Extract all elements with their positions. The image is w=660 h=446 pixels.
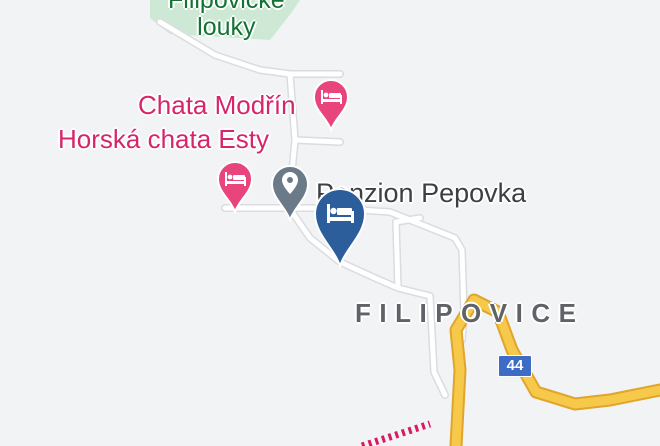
park-label-line1: Filipovické <box>168 0 285 14</box>
route-shield-44: 44 <box>498 355 532 377</box>
map-canvas[interactable]: Filipovické louky Chata Modřín Horská ch… <box>0 0 660 446</box>
park-label-line2: louky <box>197 13 256 41</box>
selected-hotel-pin[interactable] <box>312 186 368 270</box>
hotel-label-horska-chata-esty[interactable]: Horská chata Esty <box>58 126 269 152</box>
railway <box>360 420 432 446</box>
place-pin-penzion-pepovka[interactable] <box>270 164 310 222</box>
hotel-pin-horska-chata-esty[interactable] <box>216 160 254 214</box>
town-label-filipovice: FILIPOVICE <box>355 298 585 328</box>
hotel-label-chata-modrin[interactable]: Chata Modřín <box>138 92 296 118</box>
park-label: Filipovické louky <box>168 0 285 40</box>
hotel-pin-chata-modrin[interactable] <box>312 78 350 132</box>
